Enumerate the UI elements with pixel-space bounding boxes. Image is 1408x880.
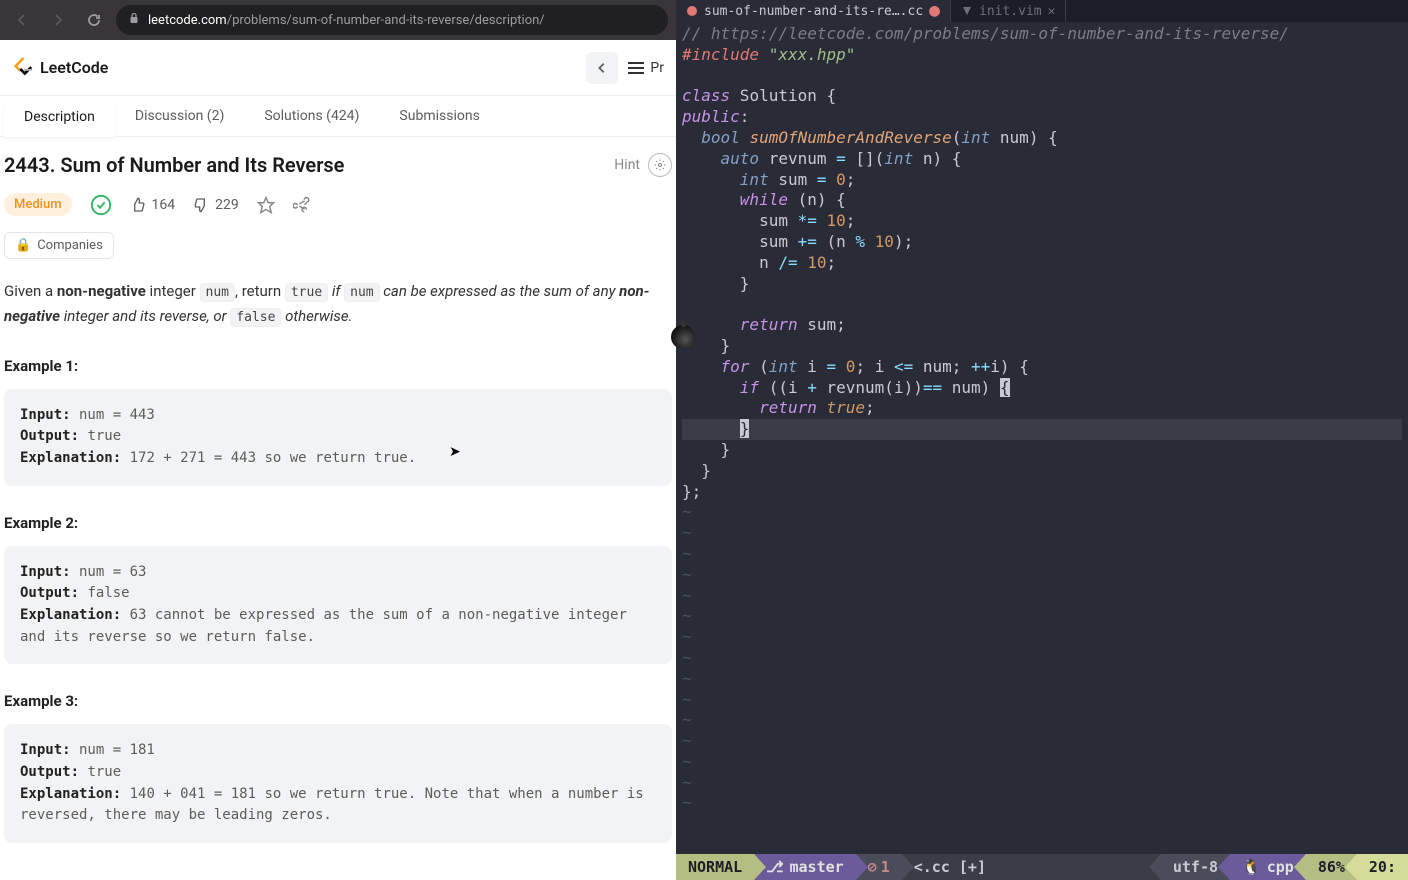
- dislike-button[interactable]: 229: [193, 197, 239, 213]
- settings-icon[interactable]: [648, 153, 672, 177]
- favorite-button[interactable]: [257, 196, 275, 214]
- forward-button[interactable]: [44, 6, 72, 34]
- vim-position: 20:: [1357, 854, 1408, 880]
- linux-icon: 🐧: [1242, 858, 1261, 876]
- vim-mode: NORMAL: [676, 854, 754, 880]
- close-icon[interactable]: ✕: [1048, 4, 1056, 19]
- vim-tabs: sum-of-number-and-its-re….cc ● init.vim …: [676, 0, 1408, 22]
- lock-icon: [128, 12, 140, 28]
- vim-tab-2[interactable]: init.vim ✕: [951, 0, 1066, 22]
- problem-list-button[interactable]: Pr: [628, 60, 664, 76]
- example-3-block: Input: num = 181 Output: true Explanatio…: [4, 724, 672, 843]
- tab-discussion[interactable]: Discussion (2): [115, 96, 244, 136]
- editor-pane: sum-of-number-and-its-re….cc ● init.vim …: [676, 0, 1408, 880]
- example-2-block: Input: num = 63 Output: false Explanatio…: [4, 546, 672, 665]
- problem-description: Given a non-negative integer num, return…: [4, 279, 672, 329]
- example-2-heading: Example 2:: [4, 514, 672, 532]
- solved-icon: [90, 194, 112, 216]
- code-editor[interactable]: // https://leetcode.com/problems/sum-of-…: [676, 22, 1408, 854]
- problem-tabs: Description Discussion (2) Solutions (42…: [0, 96, 676, 137]
- tab-description[interactable]: Description: [4, 97, 115, 137]
- companies-tag[interactable]: 🔒Companies: [4, 232, 114, 259]
- browser-chrome: leetcode.com/problems/sum-of-number-and-…: [0, 0, 676, 40]
- branch-icon: ⎇: [766, 858, 783, 876]
- error-icon: ⊘: [868, 858, 877, 876]
- url-bar[interactable]: leetcode.com/problems/sum-of-number-and-…: [116, 5, 668, 35]
- vim-icon: [961, 5, 973, 17]
- tab-solutions[interactable]: Solutions (424): [244, 96, 379, 136]
- cpp-icon: [686, 5, 698, 17]
- vim-filename: <.cc [+]: [902, 854, 1161, 880]
- url-text: leetcode.com/problems/sum-of-number-and-…: [148, 13, 656, 28]
- example-1-heading: Example 1:: [4, 357, 672, 375]
- prev-problem-button[interactable]: [586, 52, 618, 84]
- share-button[interactable]: [293, 196, 311, 214]
- lock-icon: 🔒: [15, 238, 31, 253]
- tab-submissions[interactable]: Submissions: [379, 96, 499, 136]
- leetcode-header: LeetCode Pr: [0, 40, 676, 96]
- vim-branch: ⎇master: [754, 854, 855, 880]
- problem-content: ➤ 2443. Sum of Number and Its Reverse Hi…: [0, 137, 676, 880]
- example-1-block: Input: num = 443 Output: true Explanatio…: [4, 389, 672, 486]
- difficulty-badge: Medium: [4, 193, 72, 216]
- leetcode-logo[interactable]: LeetCode: [12, 57, 108, 79]
- problem-title: 2443. Sum of Number and Its Reverse: [4, 153, 344, 177]
- problem-meta: Medium 164 229: [4, 193, 672, 216]
- like-button[interactable]: 164: [130, 197, 176, 213]
- bomb-icon: [671, 325, 695, 349]
- reload-button[interactable]: [80, 6, 108, 34]
- back-button[interactable]: [8, 6, 36, 34]
- vim-statusline: NORMAL ⎇master ⊘1 <.cc [+] utf-8 🐧cpp 86…: [676, 854, 1408, 880]
- vim-tab-1[interactable]: sum-of-number-and-its-re….cc ●: [676, 0, 951, 22]
- example-3-heading: Example 3:: [4, 692, 672, 710]
- logo-text: LeetCode: [40, 58, 108, 77]
- hint-button[interactable]: Hint: [614, 157, 640, 173]
